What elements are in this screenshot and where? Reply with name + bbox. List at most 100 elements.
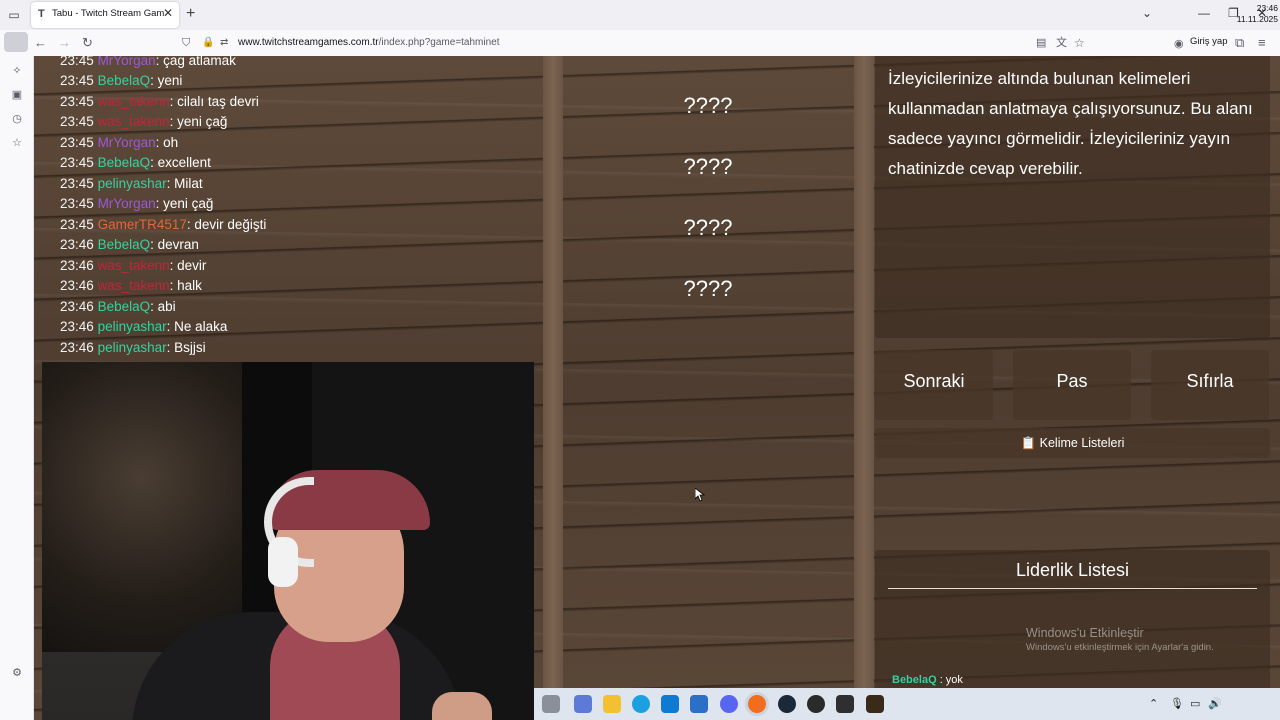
chat-text: : Milat — [166, 176, 203, 191]
chat-username: BebelaQ — [97, 237, 151, 252]
words-column: ???? ???? ???? ???? — [562, 56, 854, 720]
microphone-icon[interactable]: 🎙 — [1170, 697, 1184, 710]
forward-icon[interactable]: → — [58, 35, 71, 51]
chat-username: pelinyashar — [97, 319, 167, 334]
edge-icon[interactable] — [632, 695, 650, 713]
volume-icon[interactable]: 🔊 — [1208, 697, 1222, 710]
back-icon[interactable]: ← — [34, 35, 47, 51]
chat-message: 23:45 MrYorgan: oh — [60, 135, 178, 150]
url-text[interactable]: www.twitchstreamgames.com.tr/index.php?g… — [238, 37, 500, 48]
chat-message: 23:46 BebelaQ: devran — [60, 237, 199, 252]
obs-icon[interactable] — [807, 695, 825, 713]
chat-username: MrYorgan — [97, 196, 156, 211]
tracking-shield-icon[interactable]: ⛉ — [182, 35, 190, 51]
tray-chevron-icon[interactable]: ⌃ — [1149, 697, 1158, 710]
chat-text: : Ne alaka — [166, 319, 228, 334]
file-explorer-icon[interactable] — [603, 695, 621, 713]
menu-icon[interactable]: ≡ — [1258, 35, 1266, 51]
widgets-icon[interactable] — [542, 695, 560, 713]
webcam-overlay — [42, 362, 534, 720]
hidden-word: ???? — [683, 276, 733, 301]
sidebar-settings-icon[interactable]: ⚙ — [10, 666, 24, 680]
history-icon[interactable]: ◷ — [10, 112, 24, 126]
url-host: www.twitchstreamgames.com.tr — [238, 37, 379, 48]
account-icon[interactable]: ◉ — [1174, 36, 1184, 52]
ai-chatbot-icon[interactable]: ✧ — [10, 64, 24, 78]
permissions-icon[interactable]: ⇄ — [220, 35, 228, 51]
chat-message: 23:45 BebelaQ: excellent — [60, 155, 211, 170]
chat-message: 23:45 was_takenn: yeni çağ — [60, 114, 227, 129]
chat-text: : devir — [169, 258, 207, 273]
translate-icon[interactable]: 文 — [1056, 35, 1067, 51]
reset-button[interactable]: Sıfırla — [1151, 350, 1269, 420]
game-app-icon[interactable] — [866, 695, 884, 713]
chat-username: pelinyashar — [97, 340, 167, 355]
chat-time: 23:45 — [60, 196, 94, 211]
bookmark-star-icon[interactable]: ☆ — [1074, 35, 1085, 51]
extensions-icon[interactable]: ⧉ — [1235, 35, 1244, 51]
login-button[interactable]: Giriş yap — [1190, 36, 1227, 47]
epic-games-icon[interactable] — [836, 695, 854, 713]
leaderboard-entry: BebelaQ : yok — [892, 674, 963, 686]
new-tab-icon[interactable]: + — [186, 5, 195, 23]
synced-tabs-icon[interactable]: ▣ — [10, 88, 24, 102]
close-tab-icon[interactable]: ✕ — [163, 6, 173, 20]
chat-text: : yeni çağ — [169, 114, 228, 129]
chat-text: : devir değişti — [186, 217, 267, 232]
leaderboard-answer: : yok — [936, 674, 963, 686]
tab-favicon-icon: T — [38, 8, 45, 20]
url-bar[interactable]: ⛉ 🔒 ⇄ www.twitchstreamgames.com.tr/index… — [176, 32, 1096, 54]
chat-time: 23:45 — [60, 176, 94, 191]
chat-username: pelinyashar — [97, 176, 167, 191]
tab-bar: ▭ T Tabu - Twitch Stream Games ✕ + ⌄ — ❐… — [0, 0, 1280, 30]
streamer-hand — [432, 692, 492, 720]
chat-text: : excellent — [150, 155, 211, 170]
word-lists-button[interactable]: 📋 Kelime Listeleri — [875, 428, 1270, 458]
chat-message: 23:45 MrYorgan: çag atlamak — [60, 56, 236, 68]
network-icon[interactable]: ▭ — [1190, 697, 1200, 710]
browser-sidebar: ✧ ▣ ◷ ☆ ⚙ — [0, 32, 34, 720]
chat-username: MrYorgan — [97, 135, 156, 150]
rules-card: İzleyicilerinize altında bulunan kelimel… — [875, 56, 1270, 338]
sidebar-toggle-button[interactable] — [4, 32, 28, 52]
chat-username: GamerTR4517 — [97, 217, 187, 232]
outlook-icon[interactable] — [690, 695, 708, 713]
taskbar: ⌃ 🎙 ▭ 🔊 — [534, 688, 1280, 720]
pass-button[interactable]: Pas — [1013, 350, 1131, 420]
firefox-icon[interactable] — [748, 695, 766, 713]
chat-message: 23:45 BebelaQ: yeni — [60, 73, 182, 88]
chat-time: 23:46 — [60, 258, 94, 273]
chat-message: 23:45 GamerTR4517: devir değişti — [60, 217, 266, 232]
activation-title: Windows'u Etkinleştir — [1026, 626, 1144, 640]
chat-text: : oh — [155, 135, 179, 150]
chat-time: 23:46 — [60, 278, 94, 293]
tab-overflow-chevron-icon[interactable]: ⌄ — [1142, 6, 1152, 20]
reload-icon[interactable]: ↻ — [82, 35, 93, 51]
browser-tab[interactable]: T Tabu - Twitch Stream Games ✕ — [31, 2, 179, 28]
minimize-icon[interactable]: — — [1198, 6, 1210, 20]
chat-time: 23:46 — [60, 237, 94, 252]
leaderboard-user: BebelaQ — [892, 674, 937, 686]
tab-list-icon[interactable]: ▭ — [6, 7, 22, 23]
next-button[interactable]: Sonraki — [875, 350, 993, 420]
bookmarks-icon[interactable]: ☆ — [10, 136, 24, 150]
chat-username: MrYorgan — [97, 56, 156, 68]
teams-icon[interactable] — [574, 695, 592, 713]
leaderboard-divider — [888, 588, 1257, 589]
steam-icon[interactable] — [778, 695, 796, 713]
chat-message: 23:45 was_takenn: cilalı taş devri — [60, 94, 259, 109]
headphone-cup — [268, 537, 298, 587]
chat-text: : devran — [150, 237, 199, 252]
clipboard-icon: 📋 — [1020, 436, 1037, 450]
lock-icon[interactable]: 🔒 — [202, 35, 214, 51]
store-icon[interactable] — [661, 695, 679, 713]
chat-time: 23:46 — [60, 319, 94, 334]
taskbar-clock[interactable]: 23:46 11.11.2025 — [1222, 3, 1278, 25]
chat-message: 23:46 pelinyashar: Ne alaka — [60, 319, 227, 334]
tab-title: Tabu - Twitch Stream Games — [52, 8, 164, 19]
chat-text: : cilalı taş devri — [169, 94, 259, 109]
chat-username: BebelaQ — [97, 73, 151, 88]
chat-time: 23:45 — [60, 217, 94, 232]
discord-icon[interactable] — [720, 695, 738, 713]
reader-view-icon[interactable]: ▤ — [1036, 35, 1046, 51]
